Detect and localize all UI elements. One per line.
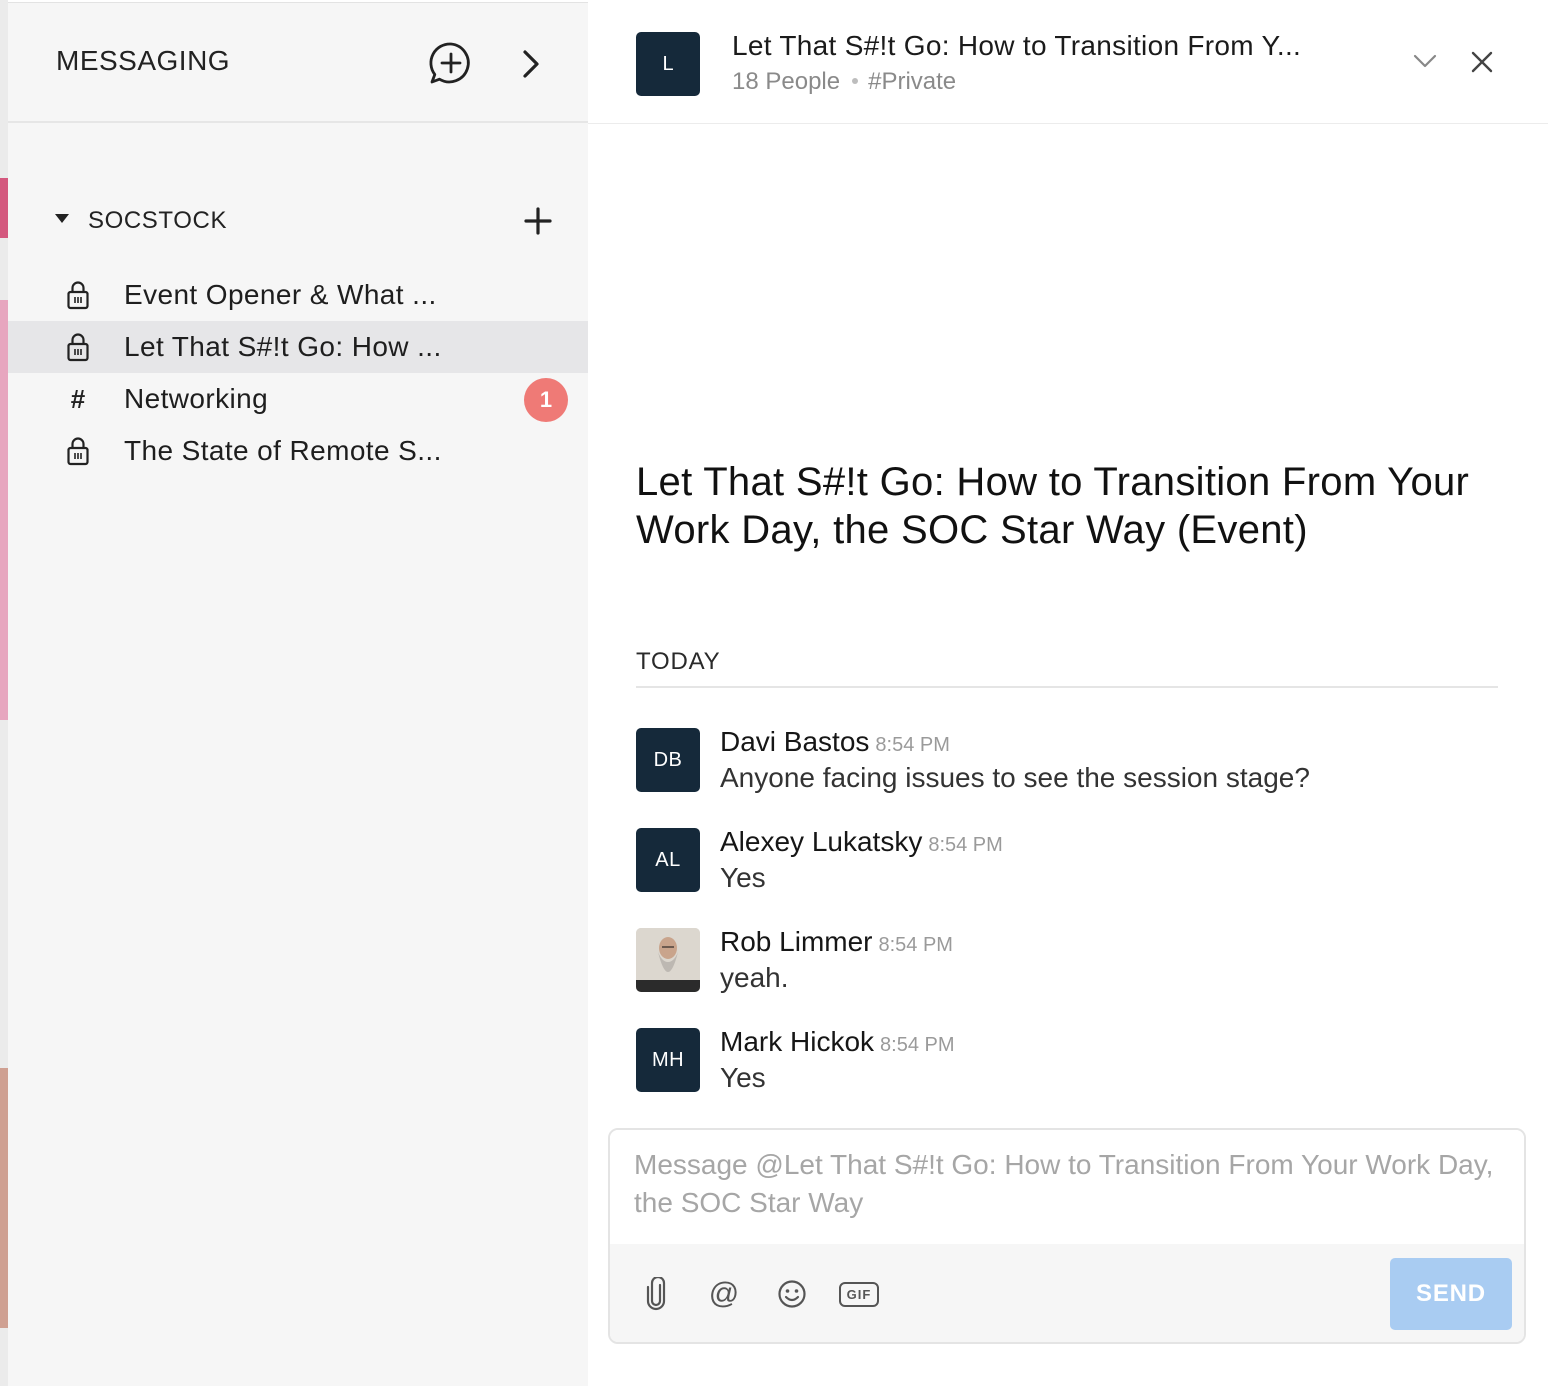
message-text: Yes bbox=[720, 862, 766, 893]
caret-down-icon[interactable] bbox=[54, 213, 70, 225]
lock-icon bbox=[64, 331, 92, 363]
message-author[interactable]: Davi Bastos bbox=[720, 726, 869, 757]
channel-label: Networking bbox=[124, 383, 269, 414]
chat-header: L Let That S#!t Go: How to Transition Fr… bbox=[588, 2, 1548, 124]
send-button[interactable]: SEND bbox=[1390, 1258, 1512, 1330]
channel-label: The State of Remote S... bbox=[124, 435, 442, 466]
message-composer: @ GIF SEND bbox=[608, 1128, 1526, 1344]
attach-button[interactable] bbox=[636, 1274, 676, 1314]
avatar-photo[interactable] bbox=[636, 928, 700, 992]
message-text: Yes bbox=[720, 1062, 766, 1093]
chevron-down-icon bbox=[1413, 54, 1437, 68]
new-message-button[interactable] bbox=[426, 39, 476, 89]
expand-button[interactable] bbox=[512, 43, 550, 85]
background-fragment bbox=[0, 300, 8, 720]
message-text: yeah. bbox=[720, 962, 789, 993]
message-author-row: Mark Hickok 8:54 PM bbox=[720, 1026, 955, 1058]
close-icon bbox=[1471, 51, 1493, 73]
channel-meta: 18 People #Private bbox=[732, 68, 956, 96]
message-item: Rob Limmer 8:54 PM yeah. bbox=[636, 926, 1516, 998]
user-photo-icon bbox=[636, 928, 700, 992]
background-fragment bbox=[0, 1068, 8, 1328]
workspace-group[interactable]: SOCSTOCK bbox=[8, 199, 588, 245]
conversation-title: Let That S#!t Go: How to Transition From… bbox=[636, 460, 1470, 552]
channel-label: Event Opener & What ... bbox=[124, 279, 437, 310]
channel-title[interactable]: Let That S#!t Go: How to Transition From… bbox=[732, 30, 1301, 62]
chat-plus-icon bbox=[429, 42, 470, 84]
message-author[interactable]: Alexey Lukatsky bbox=[720, 826, 922, 857]
day-divider bbox=[636, 686, 1498, 688]
unread-badge: 1 bbox=[524, 378, 568, 422]
message-item: DB Davi Bastos 8:54 PM Anyone facing issu… bbox=[636, 726, 1516, 798]
at-icon[interactable]: @ bbox=[704, 1274, 744, 1314]
day-divider-label: TODAY bbox=[636, 648, 721, 675]
background-app-edge bbox=[0, 0, 8, 1386]
privacy-label: #Private bbox=[868, 68, 957, 95]
sidebar: MESSAGING SOCSTOCK Event Opener & What .… bbox=[8, 2, 588, 1386]
message-timestamp: 8:54 PM bbox=[928, 834, 1003, 856]
close-button[interactable] bbox=[1466, 46, 1498, 78]
messaging-window: MESSAGING SOCSTOCK Event Opener & What .… bbox=[8, 2, 1548, 1386]
message-item: MH Mark Hickok 8:54 PM Yes bbox=[636, 1026, 1516, 1098]
chat-pane: L Let That S#!t Go: How to Transition Fr… bbox=[588, 2, 1548, 1386]
message-timestamp: 8:54 PM bbox=[880, 1034, 955, 1056]
avatar[interactable]: AL bbox=[636, 828, 700, 892]
message-input[interactable] bbox=[610, 1130, 1524, 1244]
avatar[interactable]: MH bbox=[636, 1028, 700, 1092]
gif-icon: GIF bbox=[838, 1281, 880, 1307]
channel-avatar: L bbox=[636, 32, 700, 96]
message-author-row: Davi Bastos 8:54 PM bbox=[720, 726, 950, 758]
channel-label: Let That S#!t Go: How ... bbox=[124, 331, 442, 362]
lock-icon bbox=[64, 279, 92, 311]
plus-icon bbox=[524, 207, 552, 235]
channel-item-event-opener[interactable]: Event Opener & What ... bbox=[8, 269, 588, 321]
message-author-row: Rob Limmer 8:54 PM bbox=[720, 926, 953, 958]
collapse-button[interactable] bbox=[1408, 46, 1442, 76]
message-item: AL Alexey Lukatsky 8:54 PM Yes bbox=[636, 826, 1516, 898]
add-channel-button[interactable] bbox=[518, 201, 558, 241]
emoji-button[interactable] bbox=[772, 1274, 812, 1314]
message-author[interactable]: Rob Limmer bbox=[720, 926, 872, 957]
member-count[interactable]: 18 People bbox=[732, 68, 840, 95]
gif-button[interactable]: GIF bbox=[836, 1274, 882, 1314]
composer-toolbar: @ GIF SEND bbox=[610, 1244, 1524, 1342]
workspace-group-label: SOCSTOCK bbox=[88, 207, 228, 234]
separator-dot bbox=[852, 77, 859, 84]
paperclip-icon bbox=[646, 1277, 666, 1311]
background-fragment bbox=[0, 178, 8, 238]
chevron-right-icon bbox=[523, 50, 539, 78]
channel-item-networking[interactable]: # Networking 1 bbox=[8, 373, 588, 425]
message-timestamp: 8:54 PM bbox=[878, 934, 953, 956]
lock-icon bbox=[64, 435, 92, 467]
message-timestamp: 8:54 PM bbox=[875, 734, 950, 756]
sidebar-title: MESSAGING bbox=[56, 45, 231, 76]
message-author[interactable]: Mark Hickok bbox=[720, 1026, 874, 1057]
channel-item-let-that-go[interactable]: Let That S#!t Go: How ... bbox=[8, 321, 588, 373]
hash-icon: # bbox=[70, 383, 86, 414]
sidebar-header: MESSAGING bbox=[8, 3, 588, 123]
message-text: Anyone facing issues to see the session … bbox=[720, 762, 1310, 793]
channel-item-state-of-remote[interactable]: The State of Remote S... bbox=[8, 425, 588, 477]
message-author-row: Alexey Lukatsky 8:54 PM bbox=[720, 826, 1003, 858]
avatar[interactable]: DB bbox=[636, 728, 700, 792]
emoji-icon bbox=[778, 1280, 806, 1308]
